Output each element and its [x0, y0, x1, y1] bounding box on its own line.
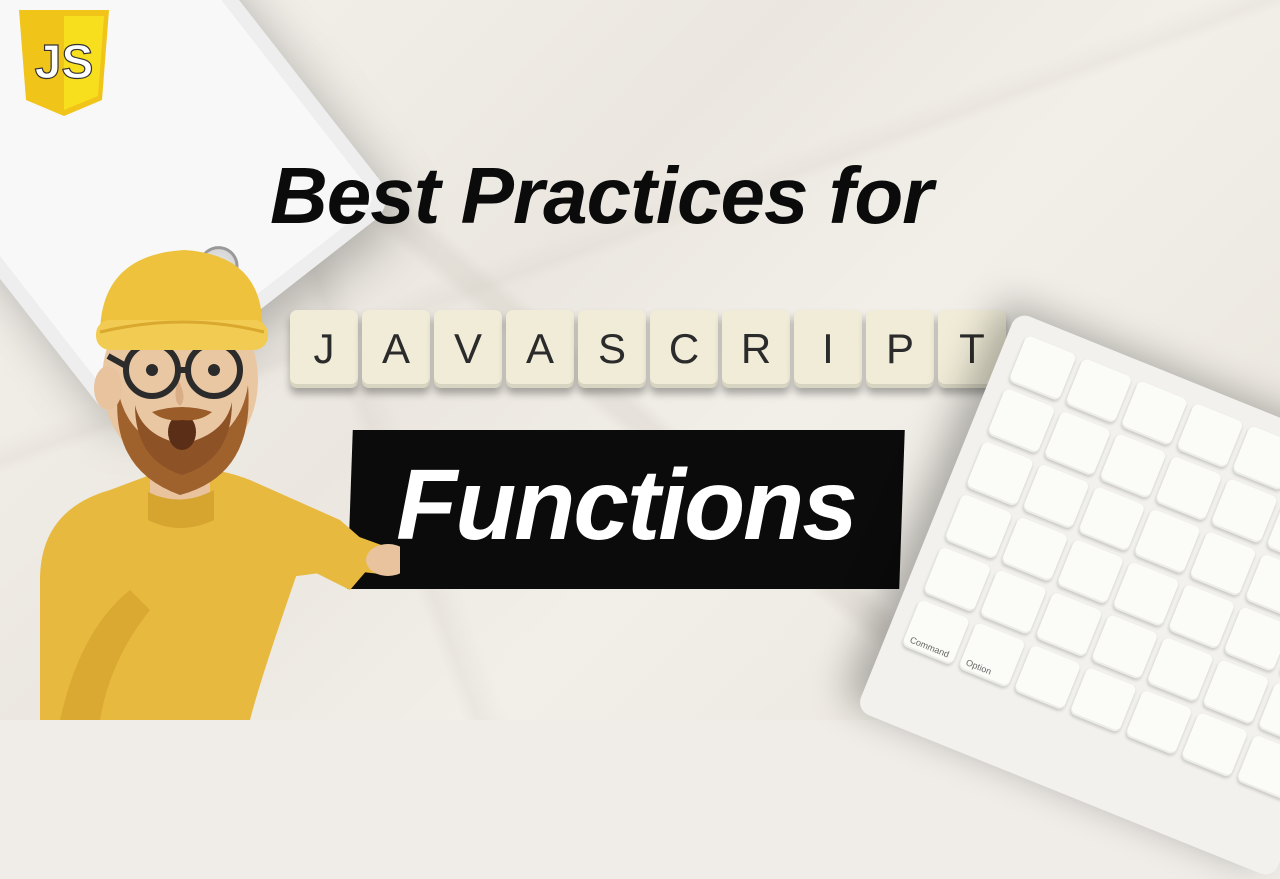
- keyboard-key: [1112, 561, 1180, 627]
- keyboard-key: [1069, 667, 1137, 733]
- keyboard-key: [1154, 455, 1222, 521]
- letter-tile: V: [434, 310, 502, 388]
- keyboard-key: [1013, 644, 1081, 710]
- keyboard-key: [979, 569, 1047, 635]
- keyboard-key: [1210, 478, 1278, 544]
- keyboard-key: [1099, 433, 1167, 499]
- functions-banner: Functions: [347, 430, 904, 589]
- keyboard-key: [1223, 606, 1280, 672]
- js-shield-icon: JS: [14, 8, 114, 120]
- keyboard-key: [1000, 516, 1068, 582]
- keyboard-key: [1008, 335, 1076, 401]
- keyboard-key-command: Command: [901, 599, 969, 665]
- keyboard-key: [1090, 614, 1158, 680]
- keyboard-key: [1180, 712, 1248, 778]
- keyboard-key: [965, 441, 1033, 507]
- letter-tile: C: [650, 310, 718, 388]
- keyboard-key: [1064, 357, 1132, 423]
- letter-tile: A: [506, 310, 574, 388]
- keyboard-key: [944, 493, 1012, 559]
- keyboard-key: [1056, 539, 1124, 605]
- person-pointing: [0, 160, 400, 720]
- keyboard-key: [1167, 584, 1235, 650]
- keyboard-key: [1133, 508, 1201, 574]
- keyboard-key-option: Option: [957, 622, 1025, 688]
- keyboard-key: [923, 546, 991, 612]
- js-logo-badge: JS: [14, 8, 114, 120]
- keyboard-key: [1176, 402, 1244, 468]
- keyboard-key: [1022, 463, 1090, 529]
- letter-tile: I: [794, 310, 862, 388]
- keyboard-key: [987, 388, 1055, 454]
- letter-tile: P: [866, 310, 934, 388]
- keyboard-key: [1035, 591, 1103, 657]
- keyboard-key: [1189, 531, 1257, 597]
- keyboard-key: [1120, 380, 1188, 446]
- functions-text: Functions: [396, 448, 856, 563]
- keyboard-key: [1125, 689, 1193, 755]
- keyboard-key: [1043, 410, 1111, 476]
- letter-tile: R: [722, 310, 790, 388]
- keyboard-key: [1077, 486, 1145, 552]
- letter-tile: S: [578, 310, 646, 388]
- keyboard-key: [1202, 659, 1270, 725]
- svg-text:JS: JS: [35, 36, 94, 89]
- keyboard-key: [1146, 636, 1214, 702]
